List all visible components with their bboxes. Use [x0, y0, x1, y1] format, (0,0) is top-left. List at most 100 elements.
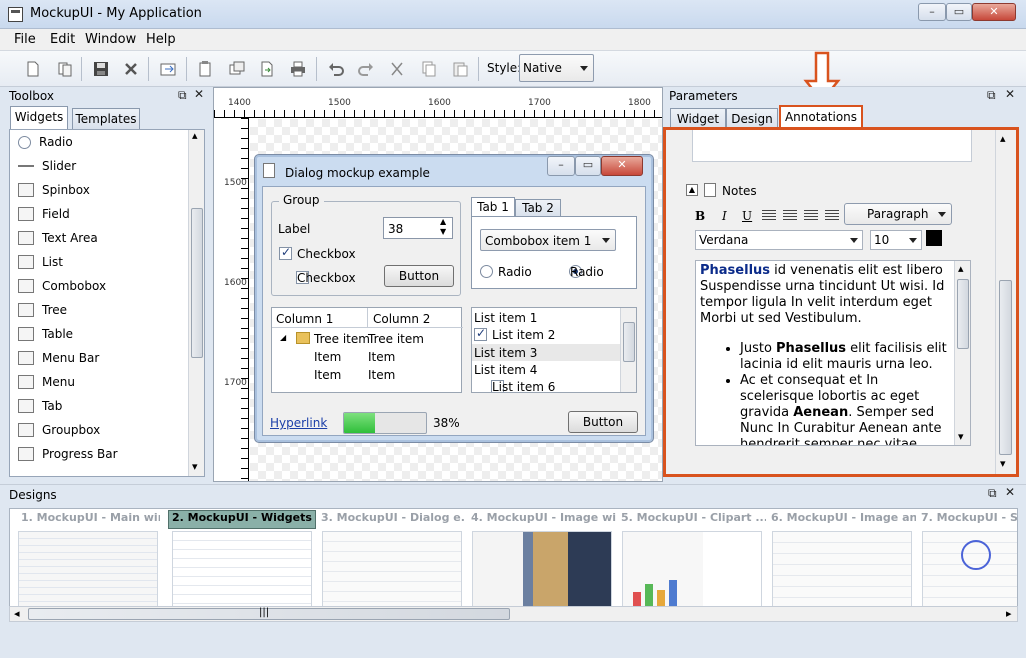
expand-icon[interactable]: ◢ — [280, 333, 286, 342]
toolbox-item[interactable]: Combobox — [18, 274, 106, 298]
close-panel-icon[interactable]: ✕ — [194, 87, 204, 101]
design-tab[interactable]: 1. MockupUI - Main win... — [18, 511, 160, 528]
footer-button[interactable]: Button — [568, 411, 638, 433]
tree-cell[interactable]: Tree item — [314, 332, 370, 346]
save-icon[interactable] — [90, 58, 112, 80]
column-header[interactable]: Column 1 — [276, 312, 333, 326]
menu-file[interactable]: File — [14, 32, 36, 47]
minimize-button[interactable]: – — [918, 3, 946, 21]
design-tab[interactable]: 7. MockupUI - Shap — [918, 511, 1017, 528]
redo-icon[interactable] — [355, 58, 377, 80]
radio-unchecked[interactable] — [480, 265, 493, 278]
rich-text-editor[interactable]: Phasellus id venenatis elit est libero S… — [695, 260, 971, 446]
annotation-field[interactable] — [692, 130, 972, 162]
group-button[interactable]: Button — [384, 265, 454, 287]
toolbox-item[interactable]: Field — [18, 202, 70, 226]
maximize-button[interactable]: ▭ — [946, 3, 972, 21]
design-thumbnail[interactable] — [772, 531, 912, 607]
export-icon[interactable] — [157, 58, 179, 80]
cut-icon[interactable] — [386, 58, 408, 80]
undo-icon[interactable] — [325, 58, 347, 80]
print-icon[interactable] — [287, 58, 309, 80]
tree-cell[interactable]: Item — [368, 368, 395, 382]
toolbox-item[interactable]: Progress Bar — [18, 442, 118, 466]
align-center-icon[interactable] — [783, 210, 797, 222]
scroll-right-icon[interactable]: ▸ — [1006, 607, 1012, 620]
tree-cell[interactable]: Item — [368, 350, 395, 364]
toolbox-item[interactable]: Radio — [18, 130, 73, 154]
bold-button[interactable]: B — [695, 209, 705, 223]
toolbox-item[interactable]: Menu — [18, 370, 75, 394]
designs-scrollbar[interactable]: ◂ ||| ▸ — [9, 606, 1018, 622]
list-item[interactable]: List item 4 — [474, 363, 537, 377]
copy-icon[interactable] — [418, 58, 440, 80]
spinbox[interactable]: 38 ▲ ▼ — [383, 217, 453, 239]
column-header[interactable]: Column 2 — [373, 312, 430, 326]
close-window-button[interactable]: ✕ — [972, 3, 1016, 21]
scroll-thumb[interactable]: ||| — [28, 607, 510, 620]
justify-icon[interactable] — [825, 210, 839, 222]
design-tab-active[interactable]: 2. MockupUI - Widgets ... — [168, 510, 316, 529]
toolbox-item[interactable]: Table — [18, 322, 73, 346]
tab-annotations[interactable]: Annotations — [779, 105, 863, 129]
font-select[interactable]: Verdana — [695, 230, 863, 250]
align-right-icon[interactable] — [804, 210, 818, 222]
dialog-maximize[interactable]: ▭ — [575, 156, 601, 176]
toolbox-item[interactable]: Menu Bar — [18, 346, 99, 370]
menu-edit[interactable]: Edit — [50, 32, 75, 47]
tree-cell[interactable]: Tree item — [368, 332, 424, 346]
design-thumbnail[interactable] — [922, 531, 1017, 607]
clipboard-icon[interactable] — [194, 58, 216, 80]
tab-widgets[interactable]: Widgets — [10, 106, 68, 130]
paragraph-select[interactable]: Paragraph — [844, 203, 952, 225]
dialog-close[interactable]: ✕ — [601, 156, 643, 176]
design-tab[interactable]: 4. MockupUI - Image wi... — [468, 511, 616, 528]
toolbox-item[interactable]: Spinbox — [18, 178, 90, 202]
style-select[interactable]: Native — [519, 54, 594, 82]
italic-button[interactable]: I — [722, 209, 727, 223]
listbox[interactable]: List item 1 List item 2 List item 3 List… — [471, 307, 637, 393]
toolbox-item[interactable]: Text Area — [18, 226, 98, 250]
spin-down-icon[interactable]: ▼ — [440, 227, 446, 236]
paste-icon[interactable] — [449, 58, 471, 80]
hyperlink[interactable]: Hyperlink — [270, 416, 327, 430]
scroll-down-icon[interactable]: ▾ — [1000, 457, 1006, 470]
design-thumbnail[interactable] — [172, 531, 312, 607]
float-panel-icon[interactable]: ⧉ — [988, 486, 997, 501]
scroll-up-icon[interactable]: ▴ — [192, 130, 198, 142]
spin-up-icon[interactable]: ▲ — [440, 217, 446, 226]
design-canvas[interactable]: 1400 1500 1600 1700 1800 1500 1600 1700 … — [213, 87, 663, 482]
tab-2[interactable]: Tab 2 — [515, 199, 561, 217]
tree-cell[interactable]: Item — [314, 368, 341, 382]
scroll-up-icon[interactable]: ▴ — [958, 261, 964, 277]
align-left-icon[interactable] — [762, 210, 776, 222]
list-item[interactable]: List item 3 — [474, 346, 537, 360]
checkbox-checked[interactable] — [279, 245, 292, 260]
list-item[interactable]: List item 6 — [492, 380, 555, 392]
tab-1[interactable]: Tab 1 — [471, 197, 515, 217]
design-thumbnail[interactable] — [322, 531, 462, 607]
menu-window[interactable]: Window — [85, 32, 136, 47]
design-tab[interactable]: 5. MockupUI - Clipart ... — [618, 511, 766, 528]
design-thumbnail[interactable] — [622, 531, 762, 607]
design-tab[interactable]: 3. MockupUI - Dialog e... — [318, 511, 466, 528]
new-copy-icon[interactable] — [54, 58, 76, 80]
list-item[interactable]: List item 1 — [474, 311, 537, 325]
toolbox-item[interactable]: Groupbox — [18, 418, 100, 442]
underline-button[interactable]: U — [742, 209, 752, 223]
tree-cell[interactable]: Item — [314, 350, 341, 364]
import-icon[interactable] — [256, 58, 278, 80]
editor-scrollbar[interactable]: ▴ ▾ — [954, 261, 970, 445]
design-tab[interactable]: 6. MockupUI - Image an... — [768, 511, 916, 528]
toolbox-item[interactable]: Tree — [18, 298, 67, 322]
scroll-down-icon[interactable]: ▾ — [192, 460, 198, 473]
group-icon[interactable] — [226, 58, 248, 80]
design-thumbnail[interactable] — [18, 531, 158, 607]
collapse-icon[interactable]: ▲ — [686, 184, 698, 196]
dialog-minimize[interactable]: – — [547, 156, 575, 176]
toolbox-item[interactable]: List — [18, 250, 63, 274]
list-item[interactable]: List item 2 — [492, 328, 555, 342]
float-panel-icon[interactable]: ⧉ — [987, 88, 996, 103]
menu-help[interactable]: Help — [146, 32, 176, 47]
close-panel-icon[interactable]: ✕ — [1005, 87, 1015, 101]
